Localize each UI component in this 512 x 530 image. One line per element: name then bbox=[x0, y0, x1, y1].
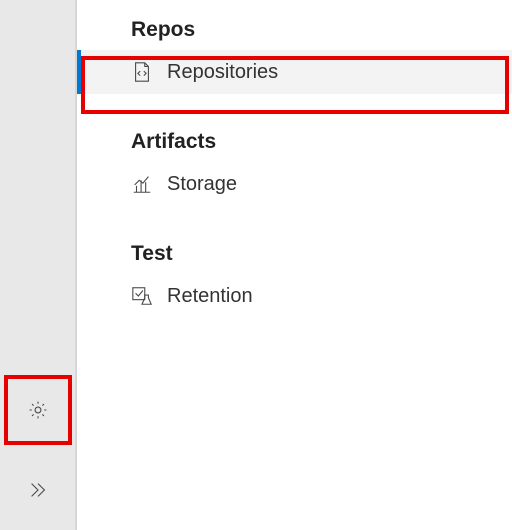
chevron-double-right-icon bbox=[27, 479, 49, 501]
settings-panel: Repos Repositories Artifacts Storage Tes… bbox=[76, 0, 512, 530]
code-file-icon bbox=[131, 61, 153, 83]
retention-icon bbox=[131, 285, 153, 307]
section-header-artifacts: Artifacts bbox=[77, 94, 512, 162]
nav-item-label: Retention bbox=[167, 285, 253, 308]
section-header-repos: Repos bbox=[77, 0, 512, 50]
section-header-test: Test bbox=[77, 206, 512, 274]
left-rail bbox=[0, 0, 76, 530]
nav-item-repositories[interactable]: Repositories bbox=[77, 50, 512, 94]
nav-item-storage[interactable]: Storage bbox=[77, 162, 512, 206]
expand-button[interactable] bbox=[0, 460, 76, 520]
project-settings-button[interactable] bbox=[4, 375, 72, 445]
nav-item-label: Storage bbox=[167, 173, 237, 196]
chart-icon bbox=[131, 173, 153, 195]
nav-item-label: Repositories bbox=[167, 61, 278, 84]
nav-item-retention[interactable]: Retention bbox=[77, 274, 512, 318]
gear-icon bbox=[27, 399, 49, 421]
